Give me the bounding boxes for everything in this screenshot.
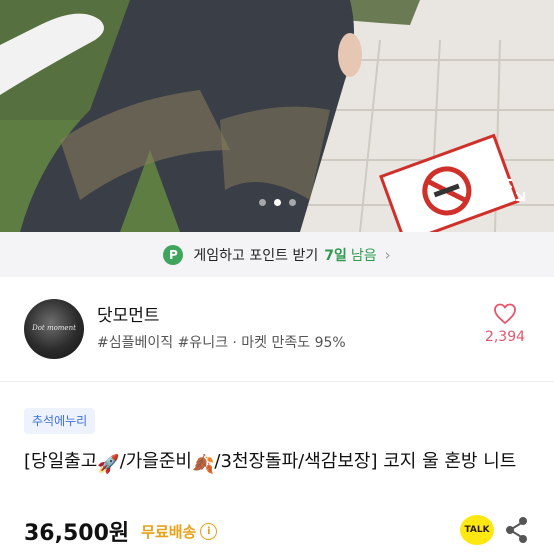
carousel-dot[interactable] <box>288 199 296 206</box>
points-game-banner[interactable]: P 게임하고 포인트 받기 7일 남음 › <box>0 232 554 277</box>
kakao-talk-button[interactable]: TALK <box>460 515 494 545</box>
carousel-dots <box>0 191 554 210</box>
product-title: [당일출고🚀/가을준비🍂/3천장돌파/색감보장] 코지 울 혼방 니트 <box>24 448 534 479</box>
banner-days: 7일 <box>324 247 347 264</box>
leaves-icon: 🍂 <box>192 454 215 475</box>
info-icon[interactable]: i <box>200 522 218 540</box>
title-part3: /3천장돌파/색감보장] 코지 울 혼방 니트 <box>214 451 517 472</box>
shipping-label: 무료배송 <box>141 522 197 541</box>
product-photo[interactable] <box>0 0 554 232</box>
price: 36,500원 <box>24 521 130 546</box>
rocket-icon: 🚀 <box>97 454 120 475</box>
title-part1: [당일출고 <box>24 451 98 472</box>
price-row: 36,500원 무료배송 i <box>24 516 218 546</box>
points-icon: P <box>163 244 184 265</box>
promo-tag: 추석에누리 <box>24 408 96 434</box>
heart-icon <box>494 303 516 324</box>
expand-icon[interactable] <box>500 176 528 204</box>
title-part2: /가을준비 <box>119 451 192 472</box>
banner-remain: 남음 <box>350 247 377 264</box>
seller-avatar[interactable]: Dot moment <box>24 299 84 359</box>
seller-tags: #심플베이직 #유니크 · 마켓 만족도 95% <box>97 335 346 351</box>
carousel-dot[interactable] <box>258 199 266 206</box>
share-icon[interactable] <box>504 516 530 548</box>
carousel-dot-active[interactable] <box>273 199 281 206</box>
like-count: 2,394 <box>484 329 526 345</box>
seller-name[interactable]: 닷모먼트 <box>97 301 160 326</box>
seller-section[interactable]: Dot moment 닷모먼트 #심플베이직 #유니크 · 마켓 만족도 95%… <box>0 277 554 382</box>
chevron-right-icon: › <box>384 245 391 264</box>
avatar-logo-text: Dot moment <box>32 324 76 332</box>
like-button[interactable]: 2,394 <box>480 303 530 345</box>
banner-text: 게임하고 포인트 받기 <box>193 247 319 264</box>
